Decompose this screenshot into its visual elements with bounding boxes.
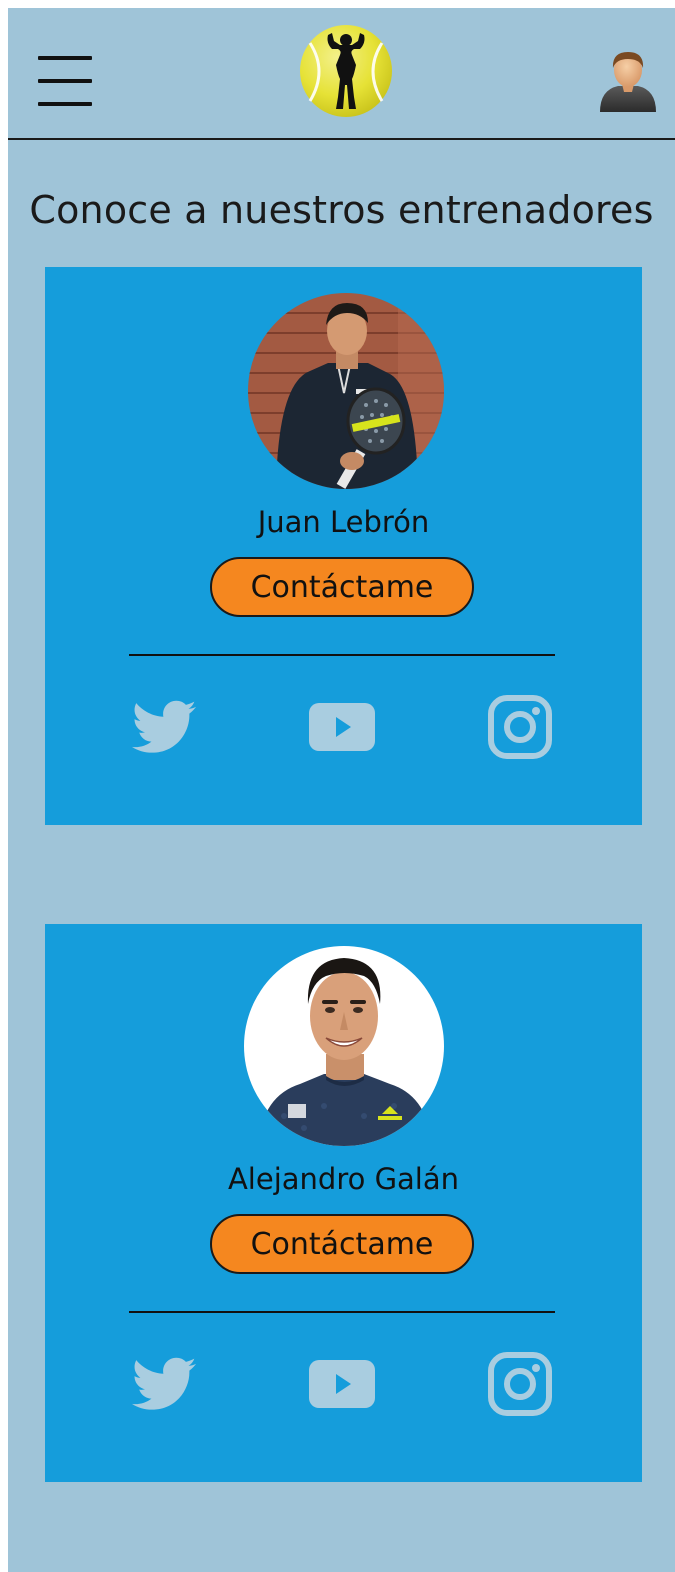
instagram-icon[interactable]	[485, 1349, 555, 1419]
divider	[129, 1311, 555, 1313]
bodybuilder-tennis-ball-logo-icon	[300, 25, 392, 117]
trainer-photo-juan-lebron	[248, 293, 444, 489]
top-navbar	[8, 8, 675, 140]
twitter-icon[interactable]	[129, 692, 199, 762]
trainer-card: Juan Lebrón Contáctame	[45, 267, 642, 825]
page-title: Conoce a nuestros entrenadores	[29, 188, 654, 232]
hamburger-menu-icon[interactable]	[38, 56, 92, 106]
twitter-icon[interactable]	[129, 1349, 199, 1419]
logo[interactable]	[298, 23, 394, 119]
divider	[129, 654, 555, 656]
contact-button[interactable]: Contáctame	[210, 1214, 474, 1274]
user-avatar-icon[interactable]	[596, 46, 660, 112]
youtube-icon[interactable]	[307, 1349, 377, 1419]
youtube-icon[interactable]	[307, 692, 377, 762]
trainer-photo-alejandro-galan	[244, 946, 444, 1146]
trainer-name: Juan Lebrón	[257, 505, 430, 539]
page: Conoce a nuestros entrenadores Juan Lebr…	[8, 8, 675, 1572]
trainer-card: Alejandro Galán Contáctame	[45, 924, 642, 1482]
instagram-icon[interactable]	[485, 692, 555, 762]
contact-button[interactable]: Contáctame	[210, 557, 474, 617]
trainer-name: Alejandro Galán	[227, 1162, 460, 1196]
